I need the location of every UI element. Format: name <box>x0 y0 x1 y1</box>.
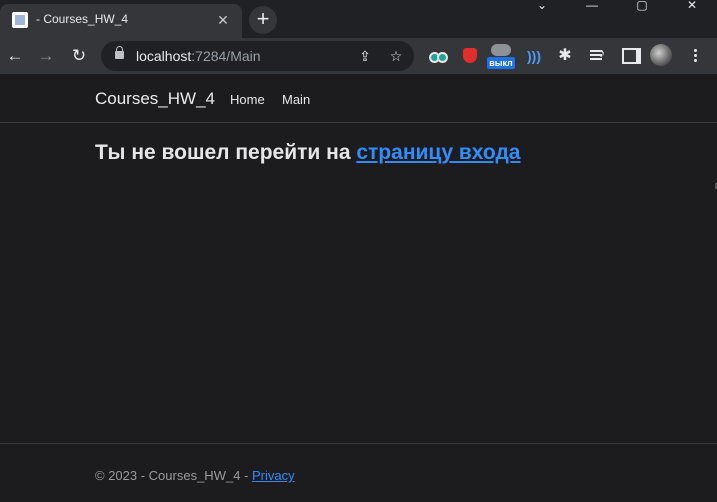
browser-toolbar: ← → ↻ localhost:7284/Main ⇪ ☆ выкл ))) ✱ <box>0 38 717 74</box>
media-control-icon[interactable] <box>588 46 608 66</box>
close-window-button[interactable]: ✕ <box>667 0 717 12</box>
nav-link-home[interactable]: Home <box>230 92 265 107</box>
site-footer: © 2023 - Courses_HW_4 - Privacy <box>0 443 717 502</box>
reload-icon[interactable]: ↻ <box>67 44 91 68</box>
share-icon[interactable]: ⇪ <box>356 47 374 65</box>
back-icon[interactable]: ← <box>3 44 27 68</box>
web-page: Courses_HW_4 Home Main Ты не вошел перей… <box>0 74 717 502</box>
privacy-link[interactable]: Privacy <box>252 468 295 483</box>
glasses-extension-icon[interactable] <box>427 46 448 66</box>
puzzle-icon[interactable]: ✱ <box>555 46 575 66</box>
browser-tab[interactable]: - Courses_HW_4 ✕ <box>0 4 242 38</box>
bookmark-star-icon[interactable]: ☆ <box>387 47 405 65</box>
vpn-status-badge: выкл <box>487 57 515 69</box>
maximize-button[interactable]: ▢ <box>617 0 667 12</box>
message-text: Ты не вошел перейти на <box>95 141 357 164</box>
url-host: localhost <box>136 48 192 64</box>
vpn-extension-icon[interactable]: выкл <box>487 42 515 70</box>
shield-extension-icon[interactable] <box>460 46 480 66</box>
chevron-down-icon[interactable]: ⌄ <box>517 0 567 12</box>
url-path: :7284/Main <box>191 48 261 64</box>
footer-copyright: © 2023 - Courses_HW_4 - <box>95 468 252 483</box>
page-favicon-icon <box>12 12 28 28</box>
minimize-button[interactable]: — <box>567 0 617 12</box>
page-message: Ты не вошел перейти на страницу входа <box>95 141 520 165</box>
address-bar[interactable]: localhost:7284/Main ⇪ ☆ <box>101 41 414 71</box>
tab-title: - Courses_HW_4 <box>36 12 129 26</box>
close-tab-icon[interactable]: ✕ <box>214 11 232 29</box>
profile-avatar[interactable] <box>650 44 672 66</box>
url-text[interactable]: localhost:7284/Main <box>136 48 261 64</box>
wave-extension-icon[interactable]: ))) <box>524 46 544 66</box>
site-navbar: Courses_HW_4 Home Main <box>0 74 717 123</box>
nav-link-main[interactable]: Main <box>282 92 310 107</box>
tab-strip: - Courses_HW_4 ✕ + ⌄ — ▢ ✕ <box>0 0 717 38</box>
site-brand[interactable]: Courses_HW_4 <box>95 89 215 109</box>
more-menu-icon[interactable] <box>686 44 706 68</box>
new-tab-button[interactable]: + <box>249 6 277 34</box>
forward-icon[interactable]: → <box>34 44 58 68</box>
lock-icon[interactable] <box>115 46 124 59</box>
footer-text: © 2023 - Courses_HW_4 - Privacy <box>95 468 295 483</box>
window-controls: ⌄ — ▢ ✕ <box>517 0 717 12</box>
cloud-icon <box>491 44 511 56</box>
login-page-link[interactable]: страницу входа <box>356 141 520 164</box>
side-panel-icon[interactable] <box>620 46 641 66</box>
